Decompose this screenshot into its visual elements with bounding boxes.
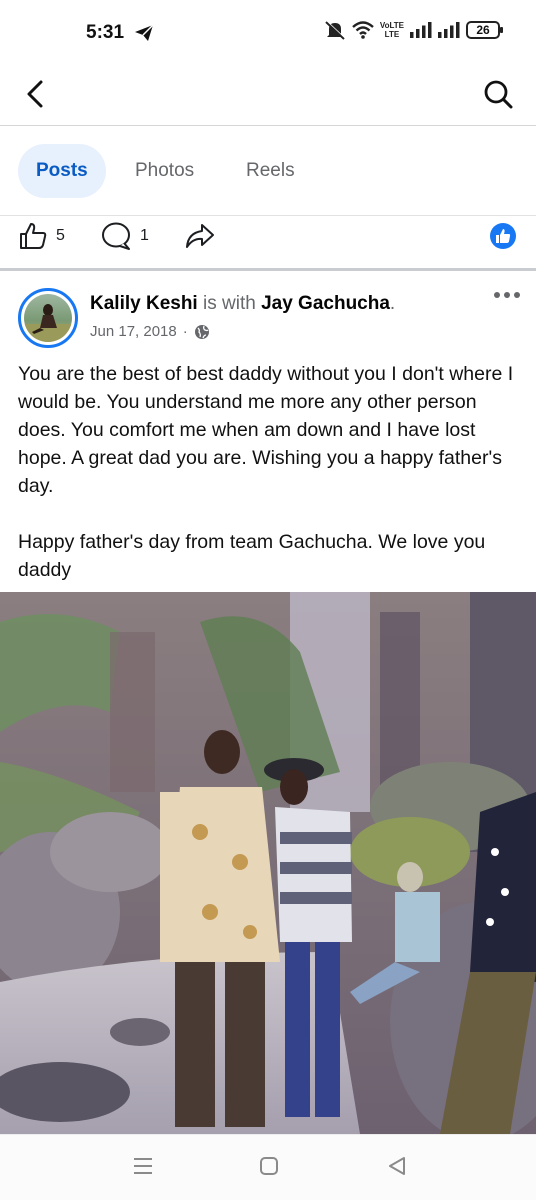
- avatar-photo: [24, 294, 72, 342]
- signal-icon: [410, 22, 432, 38]
- post-date[interactable]: Jun 17, 2018: [90, 323, 177, 340]
- signal-icon: [438, 22, 460, 38]
- system-navigation-bar: [0, 1134, 536, 1200]
- network-type-bottom: LTE: [384, 30, 400, 39]
- post-meta: Jun 17, 2018 ·: [90, 323, 210, 340]
- battery-icon: 26: [466, 21, 503, 39]
- back-triangle-icon[interactable]: [386, 1155, 408, 1177]
- meta-separator: ·: [182, 323, 188, 340]
- more-options-button[interactable]: [494, 292, 520, 298]
- status-bar: 5:31 VoLTE LTE 26: [0, 0, 536, 66]
- tagged-name[interactable]: Jay Gachucha: [261, 293, 390, 314]
- top-navigation: [0, 66, 536, 126]
- avatar-person-figure: [24, 304, 72, 342]
- author-name[interactable]: Kalily Keshi: [90, 293, 198, 314]
- with-text: is with: [203, 293, 256, 314]
- dot-icon: [504, 292, 510, 298]
- battery-level: 26: [476, 23, 490, 37]
- dot-icon: [514, 292, 520, 298]
- network-type: VoLTE LTE: [380, 21, 404, 39]
- globe-icon: [194, 324, 209, 339]
- network-type-top: VoLTE: [379, 21, 404, 30]
- dot-icon: [494, 292, 500, 298]
- share-icon: [186, 224, 214, 248]
- status-icons: VoLTE LTE 26: [324, 20, 503, 40]
- tab-posts[interactable]: Posts: [18, 144, 106, 198]
- comment-icon: [102, 222, 130, 250]
- profile-tabs: Posts Photos Reels: [0, 126, 536, 216]
- thumbs-up-icon: [20, 223, 47, 249]
- avatar[interactable]: [18, 288, 78, 348]
- post-paragraph: Happy father's day from team Gachucha. W…: [18, 531, 486, 581]
- comment-count: 1: [140, 227, 149, 244]
- like-count: 5: [56, 227, 65, 244]
- home-square-icon[interactable]: [258, 1155, 280, 1177]
- menu-icon[interactable]: [132, 1155, 154, 1177]
- post-header: Kalily Keshi is with Jay Gachucha. Jun 1…: [0, 282, 536, 354]
- author-line: Kalily Keshi is with Jay Gachucha.: [90, 293, 395, 315]
- tab-reels[interactable]: Reels: [246, 144, 295, 198]
- mute-icon: [325, 20, 346, 40]
- like-action[interactable]: 5: [18, 221, 65, 251]
- status-time: 5:31: [86, 22, 125, 43]
- share-action[interactable]: [184, 221, 216, 251]
- chevron-left-icon[interactable]: [20, 78, 52, 110]
- tab-photos[interactable]: Photos: [135, 144, 194, 198]
- comment-action[interactable]: 1: [100, 221, 149, 251]
- tagged-suffix: .: [389, 293, 396, 314]
- reaction-bar: 5 1: [0, 217, 536, 269]
- search-icon[interactable]: [482, 78, 514, 110]
- like-reaction-badge: [490, 223, 516, 249]
- post-photo[interactable]: [0, 592, 536, 1134]
- telegram-send-icon: [135, 24, 154, 41]
- wifi-icon: [352, 21, 374, 39]
- post-paragraph: You are the best of best daddy without y…: [18, 363, 514, 497]
- section-divider: [0, 268, 536, 271]
- thumbs-up-icon: [496, 229, 511, 243]
- post-body: You are the best of best daddy without y…: [18, 360, 518, 612]
- post-photo-image: [0, 592, 536, 1134]
